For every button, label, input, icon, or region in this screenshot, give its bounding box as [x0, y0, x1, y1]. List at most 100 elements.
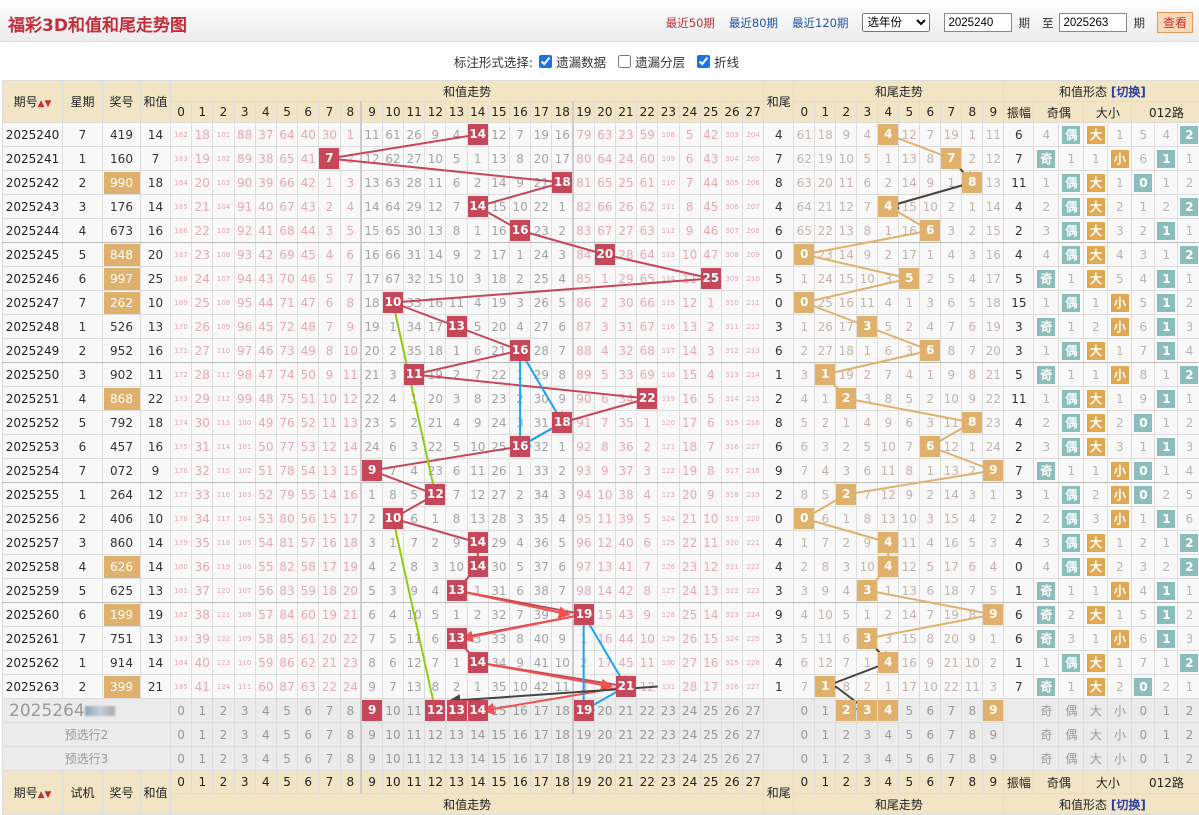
recent-50-link[interactable]: 最近50期 [666, 15, 715, 31]
recent-120-link[interactable]: 最近120期 [792, 15, 848, 31]
form-option[interactable]: 大 [1083, 746, 1109, 771]
from-period-input[interactable] [944, 13, 1013, 32]
sum-option[interactable]: 3 [233, 722, 256, 747]
sum-option[interactable]: 20 [593, 698, 616, 723]
form-option[interactable]: 小 [1107, 722, 1133, 747]
sum-option[interactable]: 8 [339, 698, 362, 723]
tail-option[interactable]: 3 [856, 746, 879, 771]
sum-option[interactable]: 11 [403, 722, 426, 747]
polyline-checkbox[interactable] [697, 54, 711, 68]
sum-option[interactable]: 6 [297, 722, 320, 747]
view-button[interactable]: 查看 [1156, 12, 1193, 33]
sum-option[interactable]: 19 [572, 722, 595, 747]
sum-option[interactable]: 1 [191, 746, 214, 771]
recent-80-link[interactable]: 最近80期 [729, 15, 778, 31]
sum-option[interactable]: 23 [657, 698, 680, 723]
sum-option[interactable]: 0 [169, 722, 193, 747]
sum-option[interactable]: 24 [678, 746, 701, 771]
tail-option[interactable]: 4 [877, 722, 900, 747]
sum-pick-ball[interactable]: 13 [446, 700, 467, 721]
tail-option[interactable]: 0 [793, 722, 816, 747]
sum-option[interactable]: 5 [275, 722, 299, 747]
sum-option[interactable]: 9 [360, 722, 383, 747]
tail-pick[interactable]: 9 [982, 698, 1005, 723]
option-missing-data[interactable]: 遗漏数据 [539, 52, 606, 71]
tail-option[interactable]: 9 [982, 722, 1005, 747]
form-option[interactable]: 小 [1107, 698, 1133, 723]
sum-option[interactable]: 7 [318, 722, 341, 747]
sum-option[interactable]: 2 [212, 698, 235, 723]
form-option[interactable]: 奇 [1033, 698, 1060, 723]
sum-pick-ball[interactable]: 14 [468, 700, 488, 721]
sum-option[interactable]: 11 [403, 698, 426, 723]
sum-option[interactable]: 10 [381, 698, 405, 723]
col-period-footer[interactable]: 期号▲▼ [2, 770, 63, 815]
tail-option[interactable]: 8 [961, 722, 984, 747]
sort-icon[interactable]: ▲▼ [38, 790, 52, 800]
tail-option[interactable]: 8 [961, 746, 984, 771]
sum-option[interactable]: 6 [297, 746, 320, 771]
form-option[interactable]: 1 [1154, 746, 1179, 771]
sum-option[interactable]: 15 [487, 698, 511, 723]
tail-option[interactable]: 7 [940, 746, 963, 771]
sum-option[interactable]: 4 [254, 746, 277, 771]
sum-option[interactable]: 18 [551, 722, 574, 747]
sum-option[interactable]: 12 [424, 746, 447, 771]
sum-option[interactable]: 11 [403, 746, 426, 771]
sum-option[interactable]: 14 [466, 722, 489, 747]
to-period-input[interactable] [1059, 13, 1128, 32]
sum-option[interactable]: 7 [318, 746, 341, 771]
form-option[interactable]: 2 [1177, 722, 1199, 747]
sum-option[interactable]: 9 [360, 746, 383, 771]
tail-pick-ball[interactable]: 2 [836, 700, 856, 721]
sum-option[interactable]: 4 [254, 698, 277, 723]
sum-option[interactable]: 13 [445, 746, 468, 771]
tail-option[interactable]: 1 [814, 722, 837, 747]
tail-pick[interactable]: 3 [856, 698, 879, 723]
sum-option[interactable]: 1 [191, 698, 214, 723]
sum-option[interactable]: 2 [212, 746, 235, 771]
form-option[interactable]: 0 [1131, 698, 1156, 723]
form-option[interactable]: 奇 [1033, 722, 1060, 747]
sum-option[interactable]: 27 [742, 722, 765, 747]
form-option[interactable]: 2 [1177, 698, 1199, 723]
tail-option[interactable]: 4 [877, 746, 900, 771]
sum-option[interactable]: 22 [636, 746, 659, 771]
sum-pick-ball[interactable]: 12 [425, 700, 445, 721]
tail-option[interactable]: 5 [898, 698, 921, 723]
form-option[interactable]: 2 [1177, 746, 1199, 771]
sum-option[interactable]: 4 [254, 722, 277, 747]
sum-option[interactable]: 16 [508, 746, 532, 771]
sum-pick-ball[interactable]: 19 [575, 700, 594, 721]
form-option[interactable]: 偶 [1058, 746, 1085, 771]
sum-option[interactable]: 19 [572, 746, 595, 771]
option-polyline[interactable]: 折线 [697, 52, 739, 71]
sum-option[interactable]: 25 [699, 746, 722, 771]
sum-option[interactable]: 17 [530, 698, 553, 723]
sum-option[interactable]: 22 [636, 698, 659, 723]
tail-option[interactable]: 2 [835, 722, 858, 747]
sum-pick[interactable]: 9 [360, 698, 383, 723]
sum-option[interactable]: 15 [487, 746, 511, 771]
form-option[interactable]: 小 [1107, 746, 1133, 771]
sum-option[interactable]: 3 [233, 746, 256, 771]
tail-option[interactable]: 7 [940, 722, 963, 747]
form-option[interactable]: 1 [1154, 722, 1179, 747]
tail-option[interactable]: 3 [856, 722, 879, 747]
sum-pick-ball[interactable]: 9 [363, 700, 382, 721]
sum-option[interactable]: 21 [614, 746, 638, 771]
sum-option[interactable]: 20 [593, 746, 616, 771]
sum-option[interactable]: 12 [424, 722, 447, 747]
sum-option[interactable]: 25 [699, 722, 722, 747]
form-option[interactable]: 大 [1083, 698, 1109, 723]
form-option[interactable]: 偶 [1058, 722, 1085, 747]
sum-option[interactable]: 8 [339, 722, 362, 747]
sum-option[interactable]: 0 [169, 698, 193, 723]
sum-option[interactable]: 1 [191, 722, 214, 747]
tail-option[interactable]: 2 [835, 746, 858, 771]
tail-option[interactable]: 6 [919, 698, 942, 723]
form-option[interactable]: 大 [1083, 722, 1109, 747]
sum-pick[interactable]: 14 [466, 698, 489, 723]
tail-pick-ball[interactable]: 4 [878, 700, 898, 721]
sum-pick[interactable]: 12 [424, 698, 447, 723]
